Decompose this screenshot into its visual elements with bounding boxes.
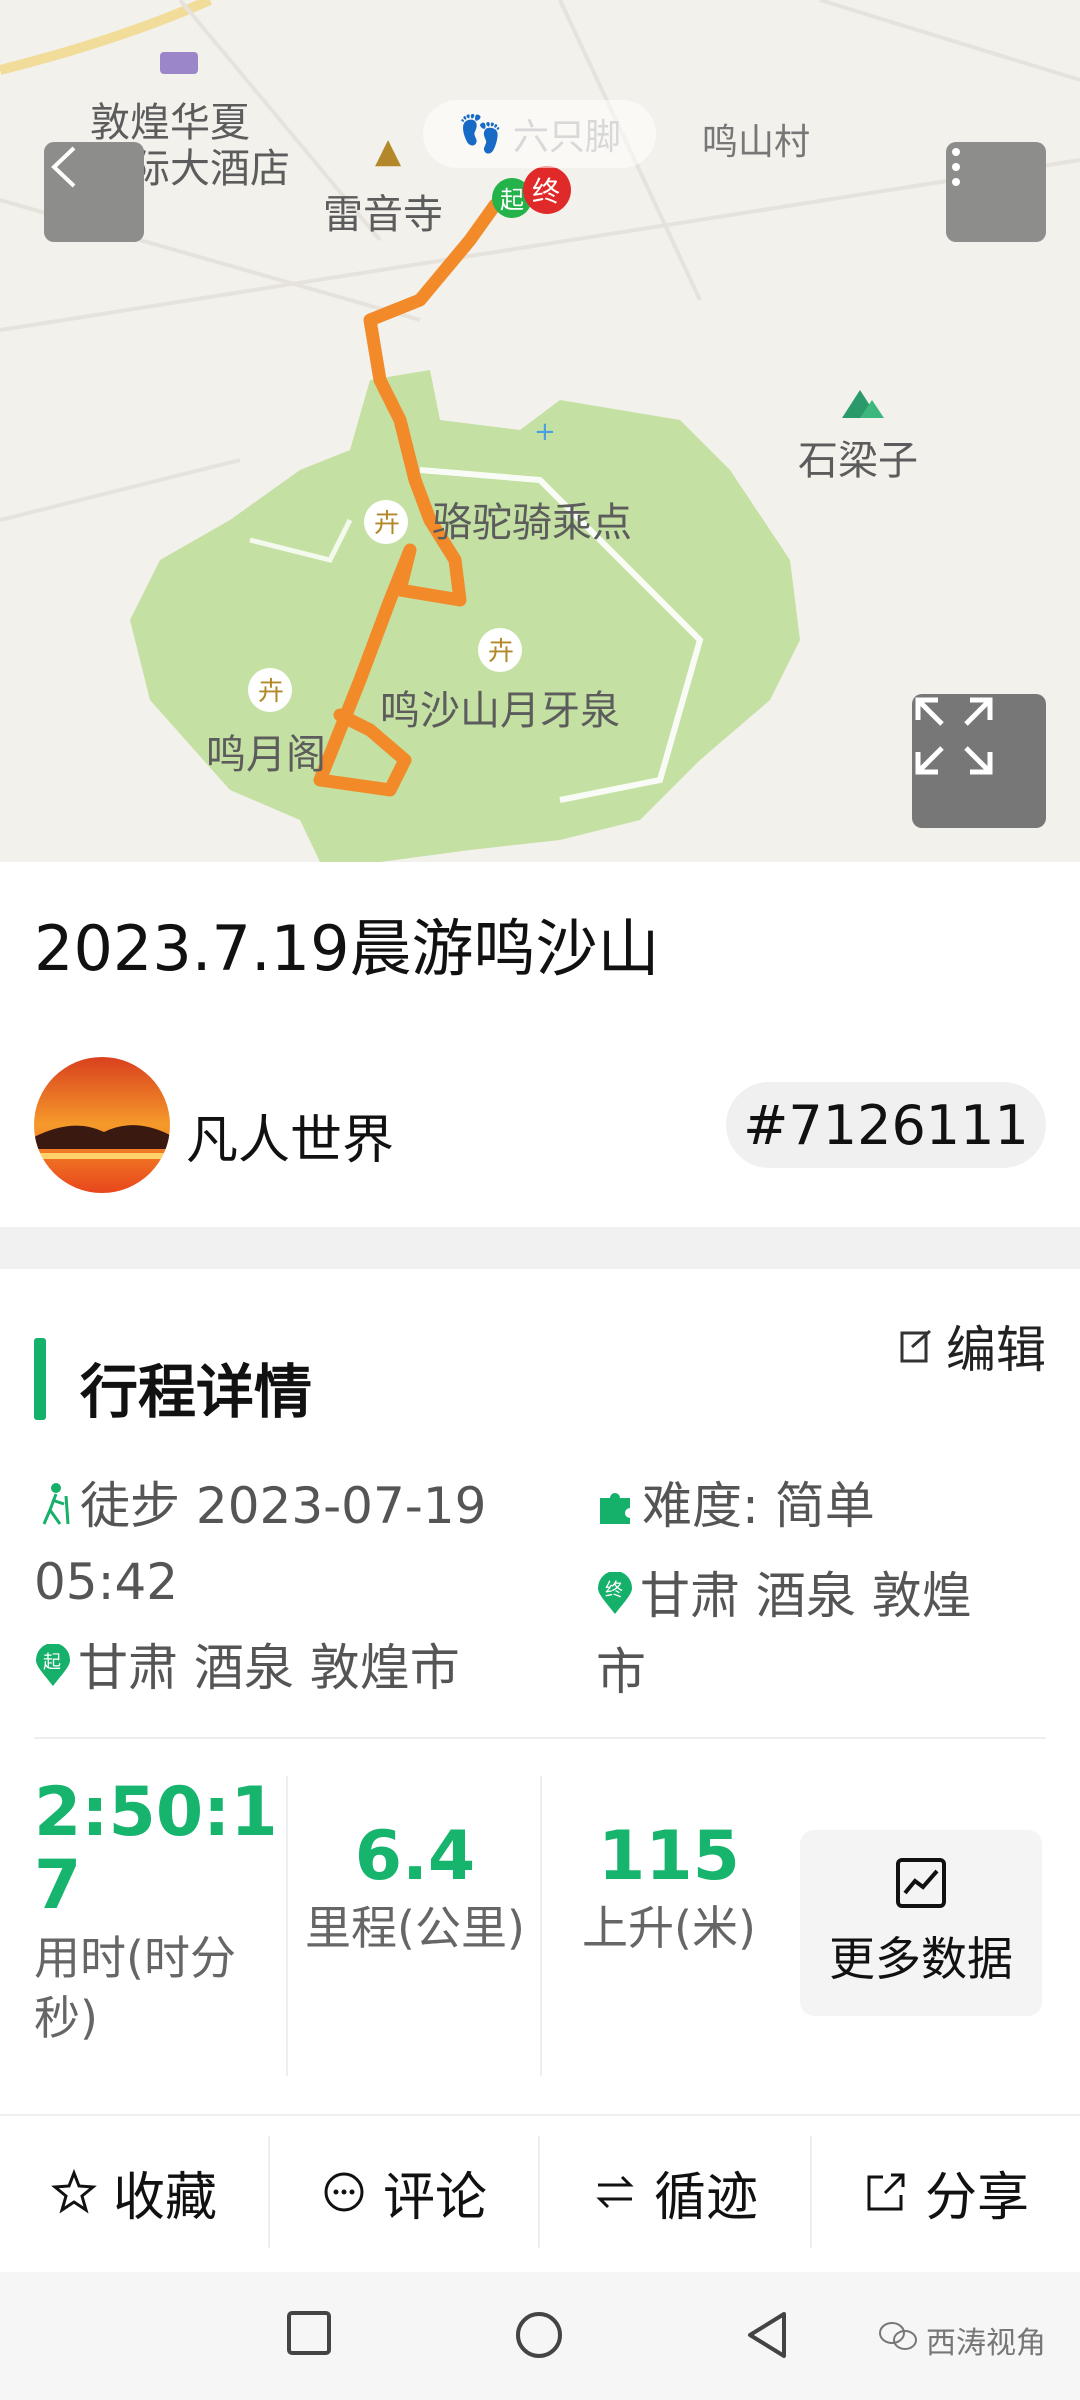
chevron-left-icon [51, 146, 76, 188]
square-icon [287, 2311, 331, 2355]
fullscreen-button[interactable] [912, 694, 1046, 828]
favorite-button[interactable]: 收藏 [0, 2114, 268, 2270]
map-label-village: 鸣山村 [702, 122, 811, 163]
svg-text:卉: 卉 [374, 509, 400, 539]
back-button[interactable] [44, 142, 144, 242]
expand-icon [915, 697, 993, 775]
share-button[interactable]: 分享 [812, 2114, 1080, 2270]
stat-separator [540, 1776, 542, 2076]
footprint-icon: 👣 [458, 114, 503, 155]
share-icon [867, 2173, 905, 2211]
swap-arrows-icon [596, 2175, 634, 2209]
svg-text:+: + [534, 417, 556, 447]
back-nav-button[interactable] [744, 2310, 790, 2364]
home-button[interactable] [514, 2310, 564, 2364]
author-name[interactable]: 凡人世界 [186, 1098, 394, 1173]
svg-text:▲: ▲ [375, 131, 402, 171]
difficulty-info: 难度: 简单 [596, 1470, 875, 1546]
trip-title: 2023.7.19晨游鸣沙山 [34, 912, 660, 985]
edit-button[interactable]: 编辑 [898, 1310, 1046, 1382]
activity-info: 徒步 2023-07-19 05:42 [34, 1470, 486, 1618]
svg-text:起: 起 [500, 186, 524, 214]
end-location: 终 甘肃 酒泉 敦煌 市 [596, 1560, 972, 1708]
more-options-button[interactable] [946, 142, 1046, 242]
map-label-spring: 鸣沙山月牙泉 [380, 688, 620, 734]
details-divider [34, 1737, 1046, 1739]
route-map[interactable]: 卉 卉 卉 ▲ + 起 终 敦煌华夏 国际大酒店 雷音寺 鸣山村 石梁子 骆驼骑乘… [0, 0, 1080, 862]
map-label-pavilion: 鸣月阁 [206, 732, 326, 778]
avatar[interactable] [34, 1057, 170, 1193]
svg-text:卉: 卉 [258, 677, 284, 707]
svg-text:卉: 卉 [488, 637, 514, 667]
map-label-temple: 雷音寺 [323, 192, 443, 238]
follow-track-button[interactable]: 循迹 [540, 2114, 810, 2270]
svg-text:终: 终 [605, 1580, 623, 1601]
recents-button[interactable] [286, 2310, 332, 2360]
comment-icon [324, 2172, 364, 2212]
wechat-icon [878, 2320, 918, 2360]
section-divider [0, 1227, 1080, 1269]
more-data-button[interactable]: 更多数据 [800, 1830, 1042, 2016]
triangle-back-icon [748, 2312, 786, 2358]
map-label-stone: 石梁子 [798, 438, 918, 484]
star-icon [51, 2169, 97, 2214]
distance-stat: 6.4 里程(公里) [305, 1817, 525, 1956]
hiking-icon [34, 1473, 74, 1546]
map-watermark: 👣 六只脚 [423, 100, 656, 168]
svg-text:起: 起 [43, 1652, 61, 1673]
sunset-avatar-image [34, 1057, 170, 1193]
section-title: 行程详情 [80, 1358, 313, 1426]
map-label-camel: 骆驼骑乘点 [432, 500, 632, 546]
chart-icon [896, 1858, 946, 1908]
trip-id-badge: #7126111 [726, 1082, 1046, 1168]
footer-watermark: 西涛视角 [878, 2318, 1046, 2362]
stat-separator [286, 1776, 288, 2076]
edit-icon [900, 1329, 931, 1363]
more-vertical-icon [952, 148, 960, 186]
start-pin-icon: 起 [34, 1635, 72, 1708]
start-location: 起 甘肃 酒泉 敦煌市 [34, 1632, 460, 1708]
end-pin-icon: 终 [596, 1563, 634, 1636]
comment-button[interactable]: 评论 [270, 2114, 538, 2270]
section-accent-bar [34, 1338, 46, 1420]
svg-text:终: 终 [532, 175, 560, 208]
puzzle-icon [596, 1473, 636, 1546]
circle-icon [516, 2312, 562, 2358]
duration-stat: 2:50:1 7 用时(时分 秒) [34, 1773, 278, 2045]
ascent-stat: 115 上升(米) [582, 1817, 756, 1956]
